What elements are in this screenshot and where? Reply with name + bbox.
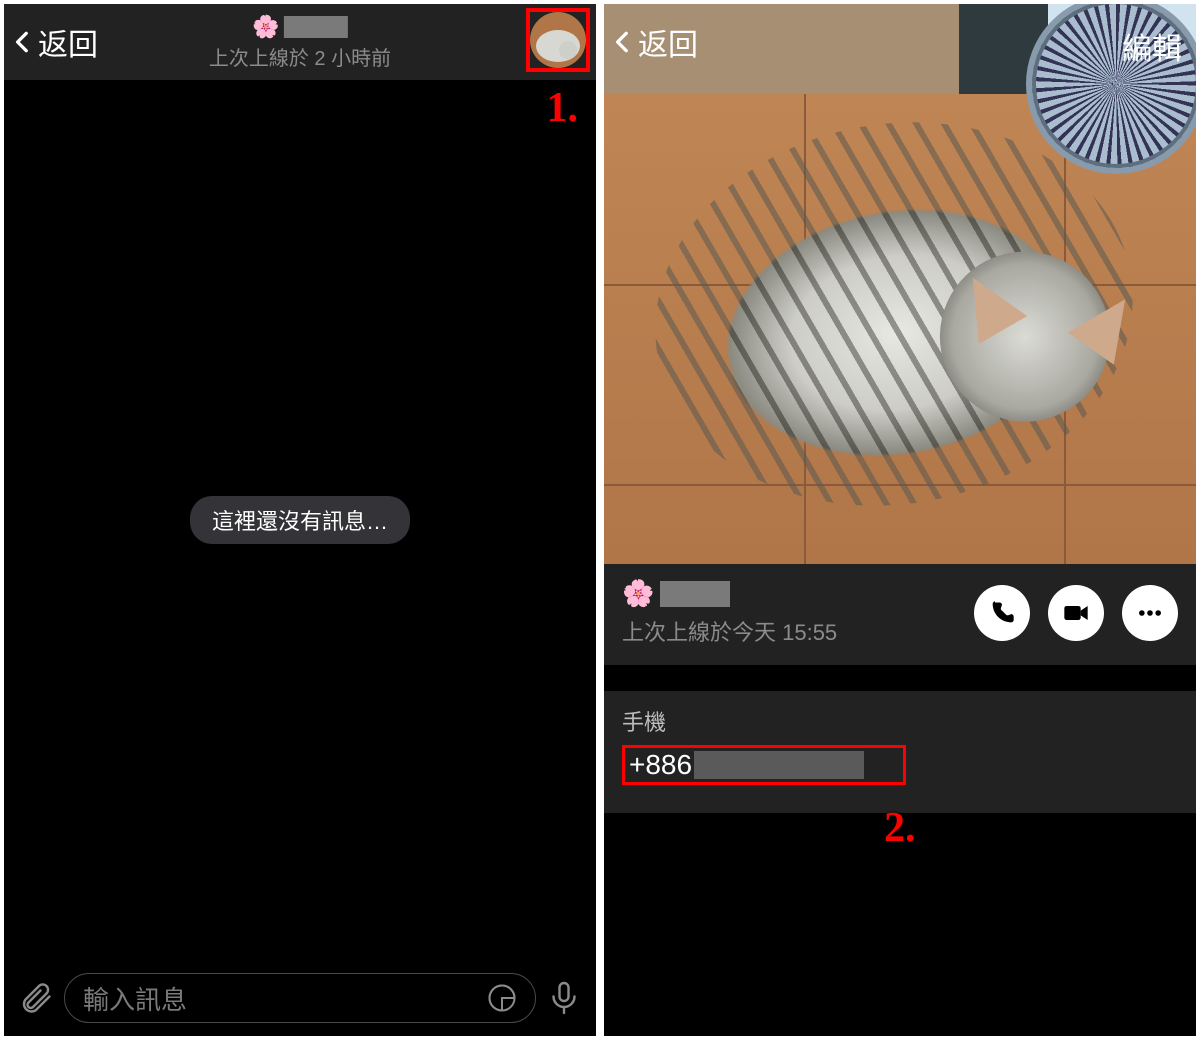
phone-redacted [694,751,864,779]
flower-icon: 🌸 [622,578,654,609]
profile-photo[interactable]: 返回 編輯 [604,4,1196,564]
flower-icon: 🌸 [252,14,279,40]
chevron-left-icon [610,29,636,55]
more-button[interactable] [1122,585,1178,641]
chat-body: 這裡還沒有訊息… [4,80,596,960]
mic-icon[interactable] [546,980,582,1016]
profile-screen: 返回 編輯 🌸 上次上線於今天 15:55 手機 [600,0,1200,1040]
profile-last-seen: 上次上線於今天 15:55 [622,615,974,647]
empty-chat-message: 這裡還沒有訊息… [190,496,410,544]
call-button[interactable] [974,585,1030,641]
phone-icon [988,599,1016,627]
profile-info-bar: 🌸 上次上線於今天 15:55 [604,564,1196,665]
back-label: 返回 [38,20,98,64]
chat-screen: 返回 🌸 上次上線於 2 小時前 1. 這裡還沒有訊息… [0,0,600,1040]
edit-button[interactable]: 編輯 [1122,24,1182,68]
input-row: 輸入訊息 [4,960,596,1036]
avatar-button[interactable] [526,8,590,72]
chat-title-block: 🌸 上次上線於 2 小時前 [209,14,391,71]
phone-number-row[interactable]: +886 [622,745,906,785]
message-input[interactable]: 輸入訊息 [64,973,536,1023]
profile-name-row: 🌸 [622,578,974,609]
more-icon [1136,599,1164,627]
chevron-left-icon [10,29,36,55]
back-button[interactable]: 返回 [4,20,98,64]
contact-name-row: 🌸 [209,14,391,40]
back-button[interactable]: 返回 [604,20,698,64]
phone-section: 手機 +886 [604,691,1196,813]
attach-icon[interactable] [18,980,54,1016]
message-placeholder: 輸入訊息 [83,980,187,1017]
profile-name-redacted [660,581,730,607]
profile-actions [974,585,1178,641]
chat-header: 返回 🌸 上次上線於 2 小時前 [4,4,596,80]
phone-label: 手機 [622,705,1178,737]
avatar-image [530,12,586,68]
last-seen-text: 上次上線於 2 小時前 [209,42,391,71]
video-icon [1062,599,1090,627]
contact-name-redacted [284,16,348,38]
phone-prefix: +886 [629,749,692,781]
annotation-2: 2. [884,804,916,852]
annotation-1: 1. [547,84,579,132]
back-label: 返回 [638,20,698,64]
sticker-icon[interactable] [487,983,517,1013]
video-call-button[interactable] [1048,585,1104,641]
